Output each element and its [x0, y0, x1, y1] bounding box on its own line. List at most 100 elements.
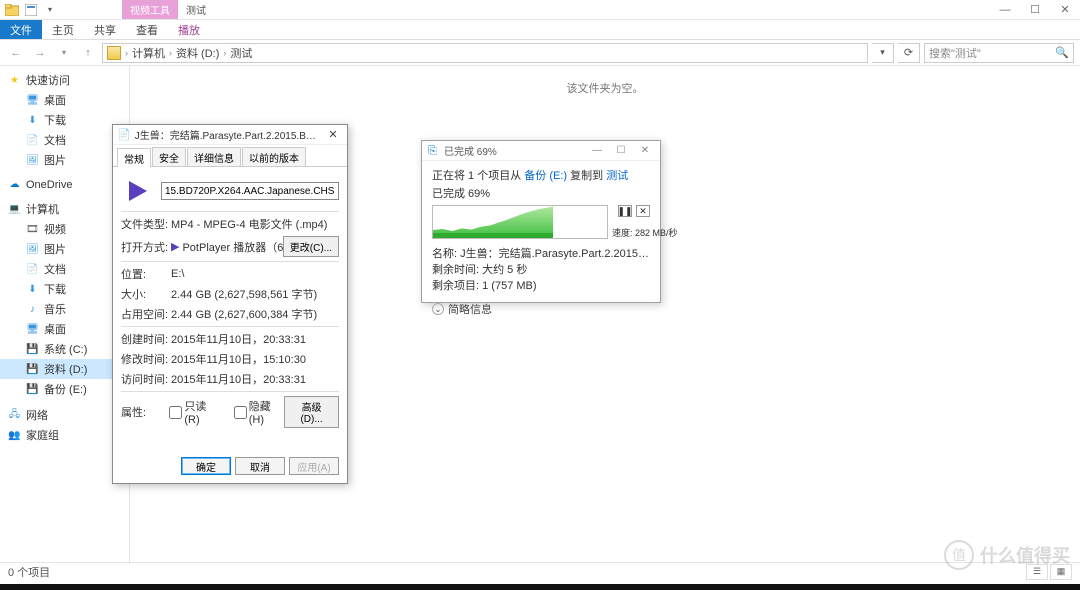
advanced-button[interactable]: 高级(D)... — [284, 396, 339, 428]
properties-close-button[interactable]: ✕ — [323, 127, 343, 143]
copy-src-link[interactable]: 备份 (E:) — [524, 170, 567, 182]
cloud-icon: ☁ — [8, 178, 21, 191]
status-bar: 0 个项目 ☰ ▦ — [0, 562, 1080, 580]
sidebar-computer[interactable]: 💻计算机 — [0, 199, 129, 219]
sidebar-quick-access[interactable]: ★快速访问 — [0, 70, 129, 90]
tab-home[interactable]: 主页 — [42, 20, 84, 39]
maximize-button[interactable]: ☐ — [1020, 0, 1050, 20]
prop-tab-previous[interactable]: 以前的版本 — [242, 147, 306, 166]
change-button[interactable]: 更改(C)... — [283, 236, 339, 257]
sidebar-videos[interactable]: 🎞视频 — [0, 219, 129, 239]
document-icon: 📄 — [26, 263, 39, 276]
search-box[interactable]: 搜索"测试" 🔍 — [924, 43, 1074, 63]
sidebar-downloads[interactable]: ⬇下载 — [0, 110, 129, 130]
sidebar-desktop[interactable]: 🖥桌面 — [0, 90, 129, 110]
sidebar-drive-d[interactable]: 💾资料 (D:) — [0, 359, 129, 379]
sidebar-onedrive[interactable]: ☁OneDrive — [0, 176, 129, 193]
copy-titlebar[interactable]: ⎘ 已完成 69% — ☐ ✕ — [422, 141, 660, 161]
sidebar-documents[interactable]: 📄文档 — [0, 130, 129, 150]
properties-tabs: 常规 安全 详细信息 以前的版本 — [113, 147, 347, 167]
sidebar-music[interactable]: ♪音乐 — [0, 299, 129, 319]
properties-icon[interactable] — [23, 2, 39, 18]
quick-access-toolbar: ▾ — [0, 2, 62, 18]
copy-progress-text: 已完成 69% — [432, 185, 650, 201]
stop-button[interactable]: ✕ — [636, 205, 650, 217]
size-label: 大小: — [121, 286, 171, 302]
refresh-icon[interactable]: ⟳ — [898, 43, 920, 63]
modified-value: 2015年11月10日，15:10:30 — [171, 351, 339, 367]
ok-button[interactable]: 确定 — [181, 457, 231, 475]
sidebar-drive-e[interactable]: 💾备份 (E:) — [0, 379, 129, 399]
apply-button[interactable]: 应用(A) — [289, 457, 339, 475]
openwith-label: 打开方式: — [121, 239, 171, 255]
copy-dst-link[interactable]: 测试 — [606, 170, 628, 182]
crumb-drive[interactable]: 资料 (D:) — [176, 45, 219, 61]
window-title: 测试 — [178, 0, 214, 19]
properties-dialog: 📄 J生兽：完结篇.Parasyte.Part.2.2015.BD720P.X2… — [112, 124, 348, 484]
prop-tab-details[interactable]: 详细信息 — [187, 147, 241, 166]
accessed-label: 访问时间: — [121, 371, 171, 387]
minimize-button[interactable]: — — [990, 0, 1020, 20]
address-bar: ← → ▾ ↑ › 计算机 › 资料 (D:) › 测试 ▾ ⟳ 搜索"测试" … — [0, 40, 1080, 66]
network-icon: 🖧 — [8, 409, 21, 422]
up-button[interactable]: ↑ — [78, 43, 98, 63]
copy-time-row: 剩余时间: 大约 5 秒 — [432, 261, 650, 277]
pause-button[interactable]: ❚❚ — [618, 205, 632, 217]
created-value: 2015年11月10日，20:33:31 — [171, 331, 339, 347]
refresh-button[interactable]: ▾ — [872, 43, 894, 63]
title-bar: ▾ 视频工具 测试 — ☐ ✕ — [0, 0, 1080, 20]
forward-button[interactable]: → — [30, 43, 50, 63]
tab-play[interactable]: 播放 — [168, 20, 210, 39]
copy-close-button[interactable]: ✕ — [636, 144, 654, 158]
recent-dropdown[interactable]: ▾ — [54, 43, 74, 63]
sidebar-drive-c[interactable]: 💾系统 (C:) — [0, 339, 129, 359]
qat-dropdown-icon[interactable]: ▾ — [42, 2, 58, 18]
picture-icon: 🖼 — [26, 154, 39, 167]
breadcrumb[interactable]: › 计算机 › 资料 (D:) › 测试 — [102, 43, 868, 63]
filename-input[interactable] — [161, 182, 339, 200]
copy-speed-graph — [432, 205, 608, 239]
tab-view[interactable]: 查看 — [126, 20, 168, 39]
taskbar[interactable] — [0, 584, 1080, 590]
sidebar-pictures-pc[interactable]: 🖼图片 — [0, 239, 129, 259]
status-item-count: 0 个项目 — [8, 564, 50, 580]
copy-title: 已完成 69% — [444, 143, 588, 158]
attr-label: 属性: — [121, 404, 169, 420]
type-label: 文件类型: — [121, 216, 171, 232]
created-label: 创建时间: — [121, 331, 171, 347]
accessed-value: 2015年11月10日，20:33:31 — [171, 371, 339, 387]
sidebar-desktop-pc[interactable]: 🖥桌面 — [0, 319, 129, 339]
sidebar-downloads-pc[interactable]: ⬇下载 — [0, 279, 129, 299]
file-icon: 📄 — [117, 128, 131, 141]
copy-maximize-button[interactable]: ☐ — [612, 144, 630, 158]
computer-icon: 💻 — [8, 203, 21, 216]
prop-tab-general[interactable]: 常规 — [117, 148, 151, 167]
drive-icon: 💾 — [26, 343, 39, 356]
nav-sidebar: ★快速访问 🖥桌面 ⬇下载 📄文档 🖼图片 ☁OneDrive 💻计算机 🎞视频… — [0, 66, 130, 564]
prop-tab-security[interactable]: 安全 — [152, 147, 186, 166]
location-label: 位置: — [121, 266, 171, 282]
picture-icon: 🖼 — [26, 243, 39, 256]
readonly-checkbox[interactable]: 只读(R) — [169, 398, 219, 426]
copy-more-toggle[interactable]: ⌄ 简略信息 — [432, 301, 650, 317]
sidebar-documents-pc[interactable]: 📄文档 — [0, 259, 129, 279]
close-button[interactable]: ✕ — [1050, 0, 1080, 20]
properties-titlebar[interactable]: 📄 J生兽：完结篇.Parasyte.Part.2.2015.BD720P.X2… — [113, 125, 347, 145]
sidebar-network[interactable]: 🖧网络 — [0, 405, 129, 425]
crumb-leaf[interactable]: 测试 — [230, 45, 252, 61]
chevron-down-icon: ⌄ — [432, 303, 444, 315]
search-icon: 🔍 — [1055, 46, 1069, 59]
copy-minimize-button[interactable]: — — [588, 144, 606, 158]
disk-label: 占用空间: — [121, 306, 171, 322]
ribbon-tabs: 文件 主页 共享 查看 播放 — [0, 20, 1080, 40]
sidebar-homegroup[interactable]: 👥家庭组 — [0, 425, 129, 445]
disk-value: 2.44 GB (2,627,600,384 字节) — [171, 306, 339, 322]
tab-file[interactable]: 文件 — [0, 20, 42, 39]
cancel-button[interactable]: 取消 — [235, 457, 285, 475]
copy-speed-value: 速度: 282 MB/秒 — [612, 226, 650, 239]
crumb-root[interactable]: 计算机 — [132, 45, 165, 61]
back-button[interactable]: ← — [6, 43, 26, 63]
tab-share[interactable]: 共享 — [84, 20, 126, 39]
sidebar-pictures[interactable]: 🖼图片 — [0, 150, 129, 170]
hidden-checkbox[interactable]: 隐藏(H) — [234, 398, 284, 426]
